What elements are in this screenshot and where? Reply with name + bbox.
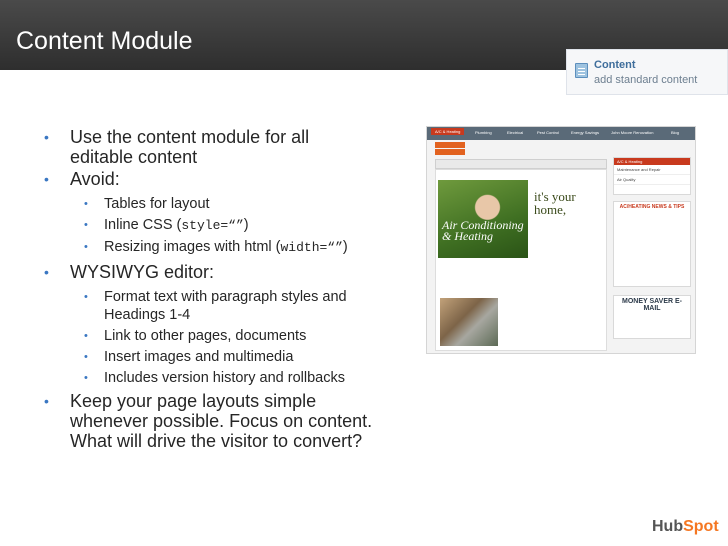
slide-title: Content Module xyxy=(16,27,193,55)
hubspot-logo: HubSpot xyxy=(652,518,719,536)
content-module-widget[interactable]: Content add standard content xyxy=(566,49,728,95)
bullet-dot-icon: • xyxy=(44,129,49,145)
side-money-box: MONEY SAVER E-MAIL xyxy=(613,295,691,339)
sub-bullet-text: ) xyxy=(243,217,249,233)
sub-bullet-text: Tables for layout xyxy=(104,196,210,212)
site-nav-item: Electrical xyxy=(507,130,524,135)
bullet-dot-icon: • xyxy=(84,330,88,342)
bullet-text: What will drive the visitor to convert? xyxy=(70,431,363,451)
sub-bullet-item: • Includes version history and rollbacks xyxy=(44,369,424,387)
site-main-content: Air Conditioning & Heating it's your hom… xyxy=(435,169,607,351)
site-hero: Air Conditioning & Heating it's your hom… xyxy=(436,180,606,260)
bullet-dot-icon: • xyxy=(84,291,88,303)
bullet-text: editable content xyxy=(70,147,198,167)
hero-tagline: it's your home, xyxy=(534,190,604,216)
bullet-item: • Avoid: xyxy=(44,169,424,189)
website-screenshot: A/C & Heating Plumbing Electrical Pest C… xyxy=(426,126,696,354)
sub-bullet-text: Includes version history and rollbacks xyxy=(104,370,345,386)
sub-bullet-item: • Resizing images with html (width=“”) xyxy=(44,238,424,257)
site-nav-item: Plumbing xyxy=(475,130,492,135)
sub-bullet-text: ) xyxy=(342,239,348,255)
bullet-list: • Use the content module for all editabl… xyxy=(44,127,424,451)
sub-bullet-item: • Inline CSS (style=“”) xyxy=(44,216,424,235)
hero-photo: Air Conditioning & Heating xyxy=(438,180,528,258)
site-edit-button xyxy=(435,142,465,148)
bullet-dot-icon: • xyxy=(44,264,49,280)
bullet-text: WYSIWYG editor: xyxy=(70,262,215,282)
bullet-dot-icon: • xyxy=(84,219,88,231)
bullet-dot-icon: • xyxy=(44,171,49,187)
hero-tagline-line: home, xyxy=(534,202,567,217)
code-snippet: width=“” xyxy=(280,240,343,255)
content-widget-title: Content xyxy=(594,59,636,71)
sub-bullet-text: Resizing images with html ( xyxy=(104,239,281,255)
sub-bullet-text: Link to other pages, documents xyxy=(104,328,307,344)
document-icon xyxy=(575,63,588,78)
sub-bullet-text: Format text with paragraph styles and xyxy=(104,289,347,305)
sub-bullet-text: Inline CSS ( xyxy=(104,217,182,233)
site-edit-button xyxy=(435,149,465,155)
logo-text: Hub xyxy=(652,518,684,535)
side-row: Maintenance and Repair xyxy=(614,165,690,175)
side-money-title: MONEY SAVER E-MAIL xyxy=(621,298,683,312)
site-nav-item: John Moore Renovation xyxy=(611,130,654,135)
sub-bullet-text: Headings 1-4 xyxy=(104,307,191,323)
sub-bullet-text: Insert images and multimedia xyxy=(104,349,294,365)
bullet-dot-icon: • xyxy=(84,198,88,210)
bullet-dot-icon: • xyxy=(84,351,88,363)
hero-overlay-text: & Heating xyxy=(442,229,493,243)
side-head: A/C & Heating xyxy=(614,158,690,165)
side-news-box: AC/HEATING NEWS & TIPS xyxy=(613,201,691,287)
editor-toolbar xyxy=(435,159,607,169)
bullet-item: • WYSIWYG editor: xyxy=(44,262,424,282)
site-nav-item: Energy Savings xyxy=(571,130,600,135)
site-photo xyxy=(440,298,498,346)
sub-bullet-item: • Format text with paragraph styles and … xyxy=(44,288,424,324)
bullet-text: whenever possible. Focus on content. xyxy=(70,411,373,431)
bullet-text: Use the content module for all xyxy=(70,127,310,147)
bullet-dot-icon: • xyxy=(44,393,49,409)
site-sidebar: A/C & Heating Maintenance and Repair Air… xyxy=(613,157,691,347)
content-widget-subtitle: add standard content xyxy=(594,74,698,86)
bullet-item: • Keep your page layouts simple whenever… xyxy=(44,391,424,451)
sub-bullet-item: • Link to other pages, documents xyxy=(44,327,424,345)
site-nav-item: Pest Control xyxy=(537,130,560,135)
code-snippet: style=“” xyxy=(181,218,244,233)
side-row: Air Quality xyxy=(614,175,690,185)
site-nav: A/C & Heating Plumbing Electrical Pest C… xyxy=(427,127,695,140)
site-nav-item: Blog xyxy=(671,130,680,135)
bullet-item: • Use the content module for all editabl… xyxy=(44,127,424,167)
bullet-dot-icon: • xyxy=(84,372,88,384)
bullet-text: Avoid: xyxy=(70,169,120,189)
sub-bullet-item: • Tables for layout xyxy=(44,195,424,213)
site-nav-item: A/C & Heating xyxy=(431,128,465,135)
sub-bullet-item: • Insert images and multimedia xyxy=(44,348,424,366)
logo-text: Spot xyxy=(683,518,719,535)
side-nav-box: A/C & Heating Maintenance and Repair Air… xyxy=(613,157,691,195)
side-news-title: AC/HEATING NEWS & TIPS xyxy=(619,204,685,210)
bullet-dot-icon: • xyxy=(84,241,88,253)
bullet-text: Keep your page layouts simple xyxy=(70,391,317,411)
